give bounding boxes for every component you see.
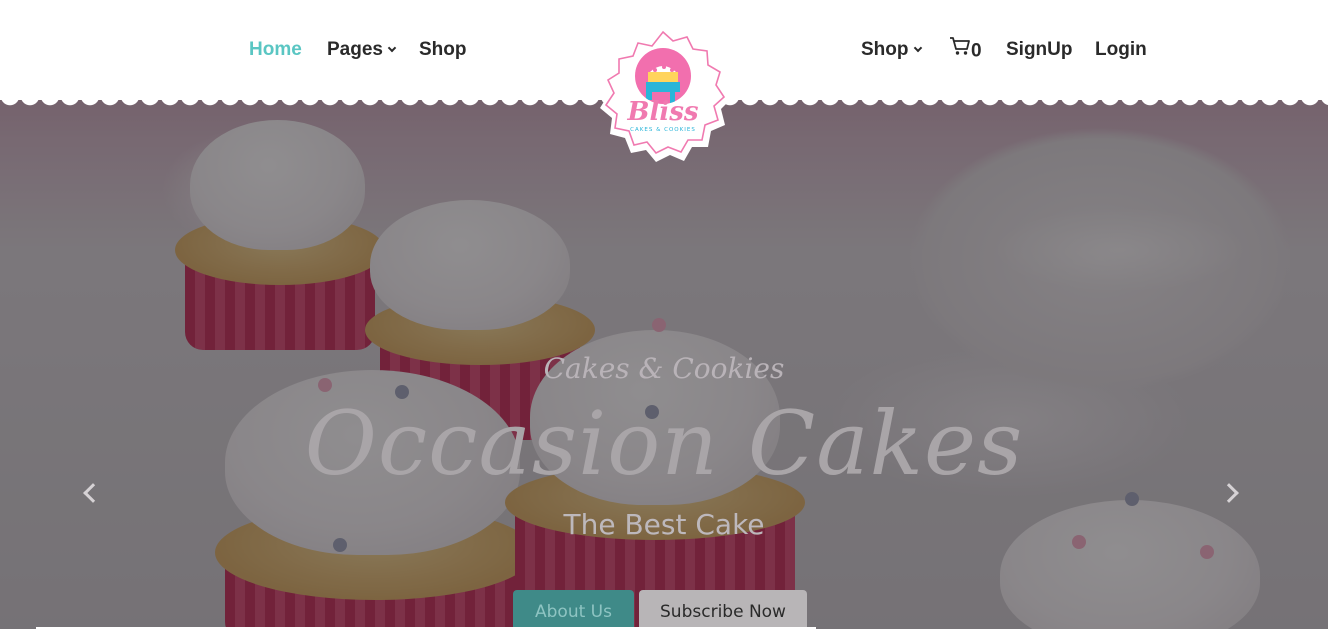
hero-tagline: The Best Cake (563, 508, 765, 541)
hero-subtitle: Cakes & Cookies (543, 352, 785, 385)
signup-link[interactable]: SignUp (1006, 38, 1073, 62)
cart-icon (949, 36, 971, 63)
about-us-button[interactable]: About Us (513, 590, 634, 629)
logo-tagline-text: CAKES & COOKIES (630, 127, 696, 133)
cart-count: 0 (971, 40, 982, 62)
logo-brand-text: Bliss (627, 97, 699, 127)
nav-shop-label: Shop (861, 39, 909, 60)
nav-home-link[interactable]: Home (249, 38, 302, 62)
chevron-down-icon (387, 43, 397, 53)
chevron-down-icon (913, 43, 922, 53)
nav-pages-label: Pages (327, 39, 383, 60)
login-link[interactable]: Login (1095, 38, 1147, 62)
page: Home Pages Shop Shop 0 SignUp Login Blis… (0, 0, 1328, 629)
nav-pages-dropdown[interactable]: Pages (327, 38, 397, 62)
site-logo[interactable]: Bliss CAKES & COOKIES (578, 14, 748, 180)
cart-button[interactable]: 0 (949, 36, 982, 65)
subscribe-now-button[interactable]: Subscribe Now (639, 590, 807, 629)
nav-shop-dropdown[interactable]: Shop (861, 38, 922, 62)
nav-shop-link[interactable]: Shop (419, 38, 467, 62)
hero-headline: Occasion Cakes (304, 392, 1024, 495)
